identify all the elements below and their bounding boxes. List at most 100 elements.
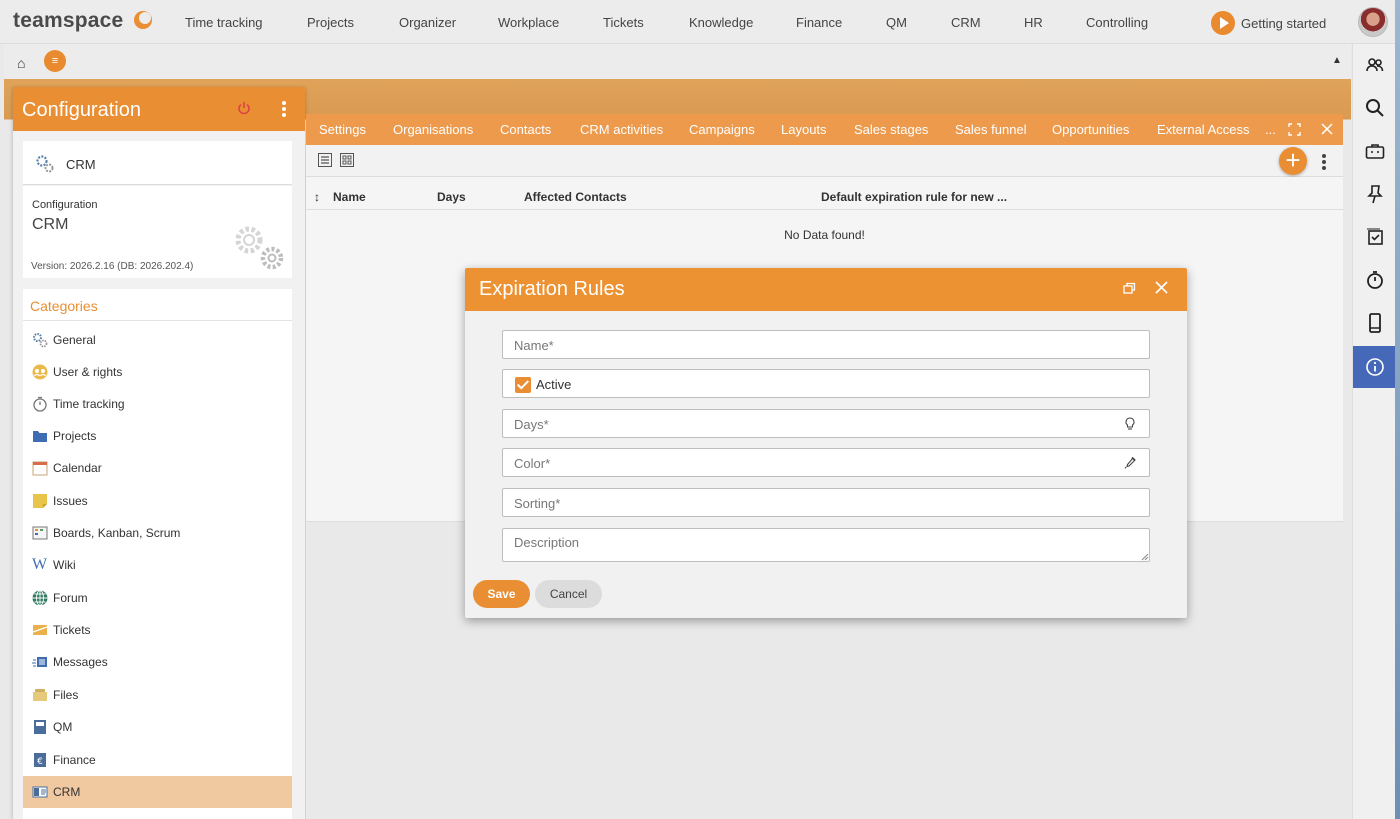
- active-checkbox-field[interactable]: Active: [502, 369, 1150, 398]
- nav-time-tracking[interactable]: Time tracking: [185, 15, 263, 30]
- add-button[interactable]: +: [1279, 147, 1307, 175]
- category-projects[interactable]: Projects: [23, 420, 292, 452]
- nav-organizer[interactable]: Organizer: [399, 15, 456, 30]
- configuration-menu-icon[interactable]: [282, 101, 286, 119]
- maximize-icon[interactable]: [1288, 123, 1301, 136]
- sorting-field[interactable]: [502, 488, 1150, 517]
- nav-projects[interactable]: Projects: [307, 15, 354, 30]
- sorting-input[interactable]: [514, 495, 1114, 511]
- tab-crm-activities[interactable]: CRM activities: [580, 122, 663, 137]
- save-button[interactable]: Save: [473, 580, 530, 608]
- users-icon: [32, 364, 48, 380]
- days-field[interactable]: [502, 409, 1150, 438]
- eyedropper-icon[interactable]: [1124, 456, 1136, 470]
- module-selector[interactable]: CRM: [23, 141, 292, 185]
- grid-view-icon[interactable]: [340, 153, 354, 167]
- crm-tab-bar: Settings Organisations Contacts CRM acti…: [306, 114, 1343, 145]
- column-header-default-rule[interactable]: Default expiration rule for new ...: [821, 190, 1007, 204]
- play-icon: [1211, 11, 1235, 35]
- contacts-icon[interactable]: [1353, 44, 1396, 86]
- cancel-button[interactable]: Cancel: [535, 580, 602, 608]
- category-calendar[interactable]: Calendar: [23, 452, 292, 484]
- name-input[interactable]: [514, 337, 1114, 353]
- close-icon[interactable]: [1321, 123, 1333, 135]
- svg-text:€: €: [37, 757, 43, 767]
- toolbar-menu-icon[interactable]: [1322, 154, 1326, 172]
- stopwatch-icon: [33, 396, 47, 412]
- tab-layouts[interactable]: Layouts: [781, 122, 827, 137]
- color-field[interactable]: [502, 448, 1150, 477]
- tab-sales-stages[interactable]: Sales stages: [854, 122, 928, 137]
- app-logo[interactable]: teamspace: [13, 9, 123, 33]
- category-files[interactable]: Files: [23, 679, 292, 711]
- tab-campaigns[interactable]: Campaigns: [689, 122, 755, 137]
- sort-icon[interactable]: ↕: [314, 190, 320, 204]
- list-view-icon[interactable]: [318, 153, 332, 167]
- category-messages[interactable]: Messages: [23, 646, 292, 678]
- tab-external-access[interactable]: External Access: [1157, 122, 1250, 137]
- info-subtitle: Configuration: [32, 199, 98, 211]
- lightbulb-icon[interactable]: [1124, 417, 1136, 431]
- tab-contacts[interactable]: Contacts: [500, 122, 551, 137]
- category-finance[interactable]: € Finance: [23, 744, 292, 776]
- nav-hr[interactable]: HR: [1024, 15, 1043, 30]
- color-input[interactable]: [514, 455, 1114, 471]
- getting-started-button[interactable]: Getting started: [1211, 11, 1326, 35]
- description-field[interactable]: [502, 528, 1150, 562]
- category-qm[interactable]: QM: [23, 711, 292, 743]
- folder-icon: [33, 431, 47, 442]
- category-label: Files: [53, 688, 79, 702]
- active-checkbox[interactable]: [515, 377, 531, 393]
- tab-organisations[interactable]: Organisations: [393, 122, 473, 137]
- user-avatar[interactable]: [1358, 7, 1388, 37]
- category-wiki[interactable]: W Wiki: [23, 549, 292, 581]
- column-header-affected-contacts[interactable]: Affected Contacts: [524, 190, 627, 204]
- nav-tickets[interactable]: Tickets: [603, 15, 644, 30]
- briefcase-icon[interactable]: [1353, 130, 1396, 172]
- category-label: Messages: [53, 655, 108, 669]
- days-input[interactable]: [514, 416, 1114, 432]
- category-tickets[interactable]: Tickets: [23, 614, 292, 646]
- tab-sales-funnel[interactable]: Sales funnel: [955, 122, 1027, 137]
- main-menu-icon[interactable]: ≡: [44, 50, 66, 72]
- categories-title: Categories: [30, 298, 98, 314]
- getting-started-label: Getting started: [1241, 15, 1327, 31]
- column-header-name[interactable]: Name: [333, 190, 366, 204]
- category-label: Time tracking: [53, 397, 125, 411]
- resize-handle-icon[interactable]: [1141, 553, 1149, 561]
- close-dialog-icon[interactable]: [1154, 280, 1169, 295]
- category-boards[interactable]: Boards, Kanban, Scrum: [23, 517, 292, 549]
- tab-settings[interactable]: Settings: [319, 122, 366, 137]
- power-icon[interactable]: [237, 101, 251, 115]
- tab-opportunities[interactable]: Opportunities: [1052, 122, 1129, 137]
- name-field[interactable]: [502, 330, 1150, 359]
- collapse-up-icon[interactable]: ▲: [1332, 55, 1342, 66]
- expiration-rules-dialog: Expiration Rules Active Save Cancel: [465, 268, 1187, 618]
- restore-window-icon[interactable]: [1123, 282, 1136, 295]
- category-crm[interactable]: CRM: [23, 776, 292, 808]
- home-icon[interactable]: ⌂: [17, 55, 25, 71]
- description-textarea[interactable]: [514, 535, 1114, 559]
- pin-icon[interactable]: [1353, 173, 1396, 215]
- category-issues[interactable]: Issues: [23, 485, 292, 517]
- search-icon[interactable]: [1353, 87, 1396, 129]
- crm-card-icon: [32, 786, 48, 798]
- category-forum[interactable]: Forum: [23, 582, 292, 614]
- timer-icon[interactable]: [1353, 259, 1396, 301]
- mobile-icon[interactable]: [1353, 302, 1396, 344]
- nav-controlling[interactable]: Controlling: [1086, 15, 1148, 30]
- info-icon[interactable]: [1353, 346, 1396, 388]
- tab-overflow[interactable]: ...: [1265, 122, 1276, 137]
- board-icon: [32, 526, 48, 540]
- nav-workplace[interactable]: Workplace: [498, 15, 559, 30]
- column-header-days[interactable]: Days: [437, 190, 466, 204]
- category-time-tracking[interactable]: Time tracking: [23, 388, 292, 420]
- nav-knowledge[interactable]: Knowledge: [689, 15, 753, 30]
- tasks-icon[interactable]: [1353, 216, 1396, 258]
- nav-qm[interactable]: QM: [886, 15, 907, 30]
- category-user-rights[interactable]: User & rights: [23, 356, 292, 388]
- nav-crm[interactable]: CRM: [951, 15, 981, 30]
- nav-finance[interactable]: Finance: [796, 15, 842, 30]
- view-toolbar: [306, 145, 1343, 177]
- category-general[interactable]: General: [23, 324, 292, 356]
